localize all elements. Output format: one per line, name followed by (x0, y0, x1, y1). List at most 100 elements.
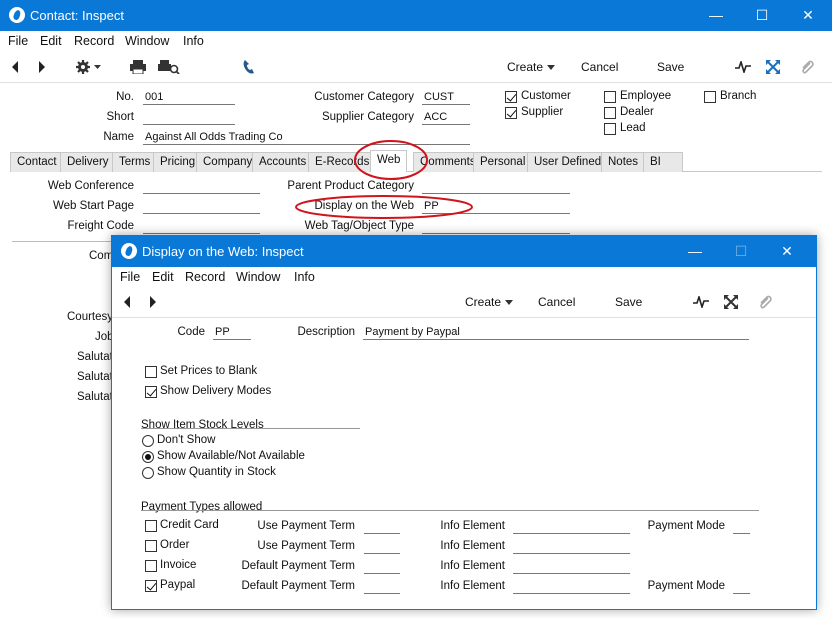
dialog-cancel-button[interactable]: Cancel (538, 295, 575, 309)
code-field[interactable]: PP (213, 326, 251, 340)
tab-contact[interactable]: Contact (10, 152, 64, 172)
tab-company[interactable]: Company (196, 152, 260, 172)
tab-delivery[interactable]: Delivery (60, 152, 116, 172)
code-label: Code (177, 326, 206, 338)
dialog-chevron-down-icon (505, 300, 514, 306)
dialog-previous-record-icon[interactable] (122, 295, 132, 309)
order-term-label: Use Payment Term (257, 540, 355, 552)
create-button[interactable]: Create (507, 60, 556, 74)
order-info-field[interactable] (513, 540, 630, 554)
menu-window[interactable]: Window (125, 34, 169, 48)
credit-card-label: Credit Card (160, 519, 219, 531)
short-field[interactable] (143, 111, 235, 125)
dialog-toolbar: Create Cancel Save (112, 288, 816, 318)
order-label: Order (160, 539, 190, 551)
tab-user-defined[interactable]: User Defined (527, 152, 609, 172)
show-delivery-modes-checkbox[interactable] (145, 386, 157, 398)
dialog-save-button[interactable]: Save (615, 295, 642, 309)
gear-icon[interactable] (75, 59, 103, 75)
dialog-maximize-icon[interactable]: ☐ (718, 236, 764, 267)
paypal-checkbox[interactable] (145, 580, 157, 592)
dialog-minimize-icon[interactable]: — (672, 236, 718, 267)
dialog-activity-icon[interactable] (693, 296, 709, 308)
credit-card-info-field[interactable] (513, 520, 630, 534)
tab-bi[interactable]: BI (643, 152, 683, 172)
credit-card-mode-field[interactable] (733, 520, 750, 534)
next-record-icon[interactable] (37, 60, 47, 74)
web-conference-field[interactable] (143, 180, 260, 194)
close-icon[interactable]: ✕ (785, 0, 831, 31)
dialog-menu-record[interactable]: Record (185, 270, 225, 284)
supplier-category-field[interactable]: ACC (422, 111, 470, 125)
minimize-icon[interactable]: — (693, 0, 739, 31)
partial-label-com: Com (89, 250, 114, 262)
attachment-icon[interactable] (800, 59, 814, 75)
dont-show-radio[interactable] (142, 435, 154, 447)
menu-info[interactable]: Info (183, 34, 204, 48)
contact-titlebar[interactable]: Contact: Inspect — ☐ ✕ (0, 0, 832, 31)
employee-checkbox[interactable] (604, 91, 616, 103)
invoice-term-field[interactable] (364, 560, 400, 574)
activity-icon[interactable] (735, 61, 751, 73)
order-checkbox[interactable] (145, 540, 157, 552)
branch-checkbox[interactable] (704, 91, 716, 103)
tab-notes[interactable]: Notes (601, 152, 646, 172)
supplier-checkbox[interactable] (505, 107, 517, 119)
print-preview-icon[interactable] (158, 60, 180, 74)
credit-card-info-label: Info Element (440, 520, 505, 532)
menu-edit[interactable]: Edit (40, 34, 62, 48)
web-start-page-label: Web Start Page (53, 200, 134, 212)
tab-personal[interactable]: Personal (473, 152, 533, 172)
invoice-checkbox[interactable] (145, 560, 157, 572)
order-term-field[interactable] (364, 540, 400, 554)
show-available-radio[interactable] (142, 451, 154, 463)
dialog-titlebar[interactable]: Display on the Web: Inspect — ☐ ✕ (112, 236, 816, 267)
freight-code-field[interactable] (143, 220, 260, 234)
paypal-term-field[interactable] (364, 580, 400, 594)
customer-checkbox[interactable] (505, 91, 517, 103)
description-field[interactable]: Payment by Paypal (363, 326, 749, 340)
expand-icon[interactable] (765, 59, 781, 75)
credit-card-mode-label: Payment Mode (647, 520, 725, 532)
dialog-create-button[interactable]: Create (465, 295, 514, 309)
dialog-menu-info[interactable]: Info (294, 270, 315, 284)
phone-icon[interactable] (242, 59, 256, 75)
maximize-icon[interactable]: ☐ (739, 0, 785, 31)
menu-record[interactable]: Record (74, 34, 114, 48)
lead-checkbox[interactable] (604, 123, 616, 135)
paypal-info-field[interactable] (513, 580, 630, 594)
customer-category-field[interactable]: CUST (422, 91, 470, 105)
dialog-next-record-icon[interactable] (148, 295, 158, 309)
tab-terms[interactable]: Terms (112, 152, 158, 172)
dialog-menu-edit[interactable]: Edit (152, 270, 174, 284)
supplier-label: Supplier (521, 106, 564, 118)
highlight-web-tab-ellipse (354, 140, 428, 180)
dialog-attachment-icon[interactable] (758, 294, 772, 310)
paypal-mode-field[interactable] (733, 580, 750, 594)
dialog-menu-window[interactable]: Window (236, 270, 280, 284)
dialog-menu-file[interactable]: File (120, 270, 140, 284)
set-prices-blank-label: Set Prices to Blank (160, 365, 258, 377)
web-tag-label: Web Tag/Object Type (304, 220, 414, 232)
paypal-label: Paypal (160, 579, 196, 591)
dialog-expand-icon[interactable] (723, 294, 739, 310)
print-icon[interactable] (130, 60, 146, 74)
previous-record-icon[interactable] (10, 60, 20, 74)
cancel-button[interactable]: Cancel (581, 60, 618, 74)
tab-pricing[interactable]: Pricing (153, 152, 203, 172)
web-start-page-field[interactable] (143, 200, 260, 214)
web-tag-field[interactable] (422, 220, 570, 234)
no-field[interactable]: 001 (143, 91, 235, 105)
show-quantity-label: Show Quantity in Stock (157, 466, 276, 478)
save-button[interactable]: Save (657, 60, 684, 74)
set-prices-blank-checkbox[interactable] (145, 366, 157, 378)
dealer-checkbox[interactable] (604, 107, 616, 119)
invoice-info-field[interactable] (513, 560, 630, 574)
menu-file[interactable]: File (8, 34, 28, 48)
dialog-close-icon[interactable]: ✕ (764, 236, 810, 267)
credit-card-term-field[interactable] (364, 520, 400, 534)
show-quantity-radio[interactable] (142, 467, 154, 479)
parent-product-category-field[interactable] (422, 180, 570, 194)
credit-card-checkbox[interactable] (145, 520, 157, 532)
tab-accounts[interactable]: Accounts (252, 152, 314, 172)
